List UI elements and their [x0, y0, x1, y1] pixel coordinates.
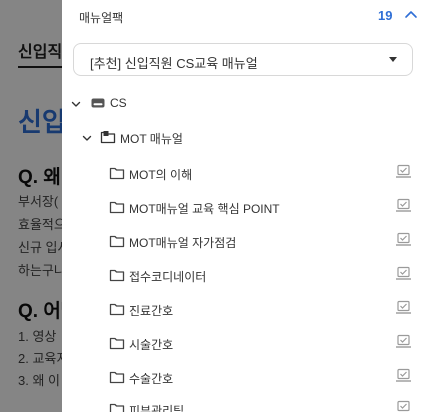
tree-item-label: 수술간호	[129, 372, 174, 386]
checklist-icon[interactable]	[395, 232, 412, 247]
pack-count-badge: 19	[378, 8, 393, 23]
folder-icon	[109, 165, 125, 181]
tree-item[interactable]: 시술간호	[62, 328, 422, 358]
tree-item[interactable]: 진료간호	[62, 294, 422, 324]
folder-icon	[109, 233, 125, 249]
folder-icon	[109, 267, 125, 283]
checklist-icon[interactable]	[395, 266, 412, 281]
tree-item-label: MOT매뉴얼 교육 핵심 POINT	[129, 202, 280, 216]
folder-icon	[109, 199, 125, 215]
tree-folder-mot[interactable]: MOT 매뉴얼	[62, 122, 422, 152]
tree-item[interactable]: MOT매뉴얼 자가점검	[62, 226, 422, 256]
tree-item-label: MOT매뉴얼 자가점검	[129, 236, 237, 250]
tree-item-label: MOT의 이해	[129, 168, 193, 182]
tree-item[interactable]: 수술간호	[62, 362, 422, 392]
checklist-icon[interactable]	[395, 198, 412, 213]
folder-icon	[109, 335, 125, 351]
checklist-icon[interactable]	[395, 334, 412, 349]
manual-pack-select[interactable]: [추천] 신입직원 CS교육 매뉴얼	[73, 43, 413, 76]
folder-icon	[109, 301, 125, 317]
tree-item[interactable]: 피부관리팀	[62, 394, 422, 412]
tree-item-label: 접수코디네이터	[129, 270, 207, 284]
checklist-icon[interactable]	[395, 300, 412, 315]
chevron-up-icon[interactable]	[402, 6, 420, 24]
tree-item-label: 피부관리팀	[129, 404, 185, 412]
caret-down-icon	[389, 57, 397, 62]
drive-icon	[90, 95, 106, 111]
chevron-down-icon[interactable]	[81, 131, 93, 143]
tree-item-label: 진료간호	[129, 304, 174, 318]
manual-pack-drawer: 매뉴얼팩 19 [추천] 신입직원 CS교육 매뉴얼 CS MOT 매뉴얼 MO…	[62, 0, 422, 412]
checklist-icon[interactable]	[395, 400, 412, 412]
drawer-header: 매뉴얼팩 19	[62, 0, 422, 32]
folder-share-icon	[100, 129, 116, 145]
tree-item[interactable]: MOT의 이해	[62, 158, 422, 188]
drawer-title: 매뉴얼팩	[79, 11, 124, 25]
checklist-icon[interactable]	[395, 164, 412, 179]
manual-pack-select-value: [추천] 신입직원 CS교육 매뉴얼	[90, 56, 258, 71]
folder-icon	[109, 401, 125, 412]
tree-item[interactable]: 접수코디네이터	[62, 260, 422, 290]
folder-icon	[109, 369, 125, 385]
chevron-down-icon[interactable]	[70, 97, 82, 109]
tree-label: CS	[110, 96, 127, 110]
tree-item[interactable]: MOT매뉴얼 교육 핵심 POINT	[62, 192, 422, 222]
tree-root-cs[interactable]: CS	[62, 88, 422, 118]
tree-label: MOT 매뉴얼	[120, 132, 183, 146]
checklist-icon[interactable]	[395, 368, 412, 383]
tree-item-label: 시술간호	[129, 338, 174, 352]
